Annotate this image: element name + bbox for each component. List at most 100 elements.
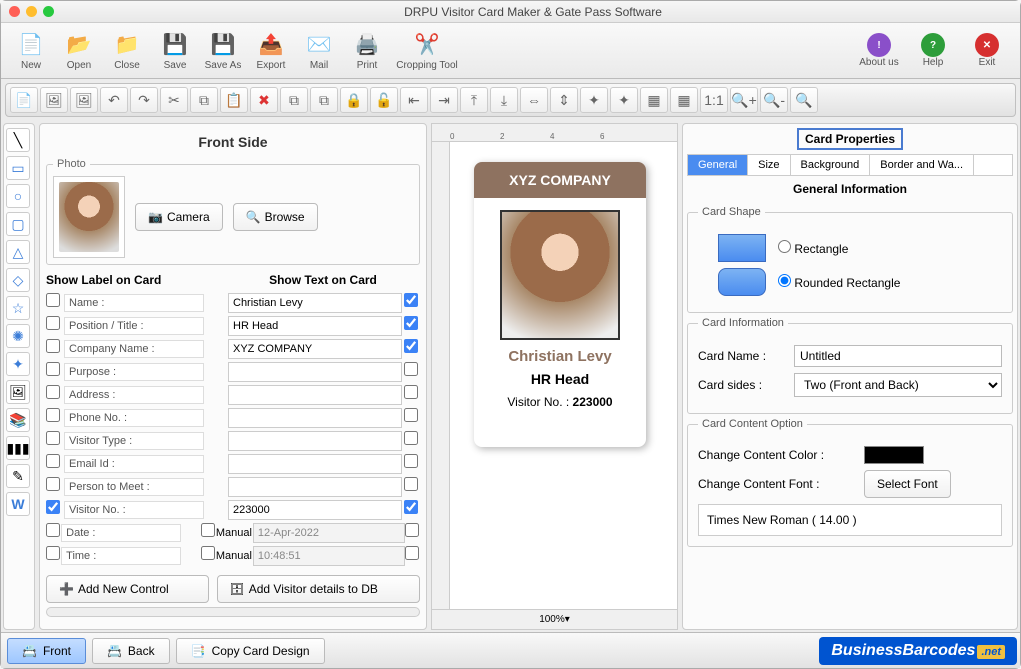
st-btn-11[interactable]: ⧉ [310, 87, 338, 113]
diamond-tool[interactable]: ◇ [6, 268, 30, 292]
undo-button[interactable]: ↶ [100, 87, 128, 113]
card-preview[interactable]: XYZ COMPANY Christian Levy HR Head Visit… [474, 162, 646, 447]
card-name-input[interactable] [794, 345, 1002, 367]
saveas-button[interactable]: 💾Save As [199, 30, 247, 71]
add-new-control-button[interactable]: ➕Add New Control [46, 575, 209, 603]
field-input[interactable] [228, 500, 402, 520]
camera-button[interactable]: 📷Camera [135, 203, 223, 231]
field-input[interactable] [228, 431, 402, 451]
maximize-window-icon[interactable] [43, 6, 54, 17]
design-canvas[interactable]: XYZ COMPANY Christian Levy HR Head Visit… [450, 142, 677, 609]
show-label-checkbox[interactable] [46, 500, 60, 514]
align-left-button[interactable]: ⇤ [400, 87, 428, 113]
show-label-checkbox[interactable] [46, 316, 60, 330]
shape-rect-radio[interactable]: Rectangle [778, 240, 848, 256]
show-text-checkbox[interactable] [404, 500, 418, 514]
zoom-in-button[interactable]: 🔍+ [730, 87, 758, 113]
show-text-checkbox[interactable] [404, 431, 418, 445]
st-btn-27[interactable]: 🔍 [790, 87, 818, 113]
align-right-button[interactable]: ⇥ [430, 87, 458, 113]
show-label-checkbox[interactable] [46, 477, 60, 491]
crop-button[interactable]: ✂️Cropping Tool [391, 30, 463, 71]
align-hcenter-button[interactable]: ⇔ [520, 87, 548, 113]
content-color-swatch[interactable] [864, 446, 924, 464]
align-vcenter-button[interactable]: ⇕ [550, 87, 578, 113]
show-text-checkbox[interactable] [404, 316, 418, 330]
st-btn-20[interactable]: ✦ [580, 87, 608, 113]
show-text-checkbox[interactable] [404, 385, 418, 399]
align-bottom-button[interactable]: ⤓ [490, 87, 518, 113]
field-input[interactable] [228, 454, 402, 474]
show-label-checkbox[interactable] [46, 385, 60, 399]
field-input[interactable] [228, 477, 402, 497]
show-text-checkbox[interactable] [405, 546, 419, 560]
open-button[interactable]: 📂Open [55, 30, 103, 71]
show-text-checkbox[interactable] [404, 454, 418, 468]
align-top-button[interactable]: ⤒ [460, 87, 488, 113]
browse-button[interactable]: 🔍Browse [233, 203, 318, 231]
st-btn-23[interactable]: ▦ [670, 87, 698, 113]
new-button[interactable]: 📄New [7, 30, 55, 71]
minimize-window-icon[interactable] [26, 6, 37, 17]
show-label-checkbox[interactable] [46, 339, 60, 353]
show-text-checkbox[interactable] [404, 362, 418, 376]
show-text-checkbox[interactable] [405, 523, 419, 537]
grid-button[interactable]: ▦ [640, 87, 668, 113]
field-input[interactable] [228, 362, 402, 382]
lock-button[interactable]: 🔒 [340, 87, 368, 113]
barcode-tool[interactable]: ▮▮▮ [6, 436, 30, 460]
print-button[interactable]: 🖨️Print [343, 30, 391, 71]
exit-button[interactable]: ✕Exit [960, 33, 1014, 68]
cut-button[interactable]: ✂ [160, 87, 188, 113]
save-button[interactable]: 💾Save [151, 30, 199, 71]
image-tool[interactable]: 🖼 [6, 380, 30, 404]
field-input[interactable] [228, 385, 402, 405]
show-label-checkbox[interactable] [46, 523, 60, 537]
arrow-tool[interactable]: ✦ [6, 352, 30, 376]
show-label-checkbox[interactable] [46, 454, 60, 468]
mail-button[interactable]: ✉️Mail [295, 30, 343, 71]
front-tab-button[interactable]: 📇Front [7, 638, 86, 664]
field-input[interactable] [228, 339, 402, 359]
roundrect-tool[interactable]: ▢ [6, 212, 30, 236]
wordart-tool[interactable]: W [6, 492, 30, 516]
library-tool[interactable]: 📚 [6, 408, 30, 432]
field-input[interactable] [253, 523, 405, 543]
select-font-button[interactable]: Select Font [864, 470, 951, 498]
show-text-checkbox[interactable] [404, 408, 418, 422]
tab-background[interactable]: Background [791, 155, 871, 175]
copy-design-button[interactable]: 📑Copy Card Design [176, 638, 325, 664]
burst-tool[interactable]: ✺ [6, 324, 30, 348]
show-text-checkbox[interactable] [404, 339, 418, 353]
show-label-checkbox[interactable] [46, 546, 60, 560]
tab-general[interactable]: General [688, 155, 748, 175]
field-input[interactable] [228, 316, 402, 336]
about-button[interactable]: !About us [852, 33, 906, 68]
st-btn-21[interactable]: ✦ [610, 87, 638, 113]
show-label-checkbox[interactable] [46, 293, 60, 307]
field-input[interactable] [228, 408, 402, 428]
redo-button[interactable]: ↷ [130, 87, 158, 113]
field-input[interactable] [228, 293, 402, 313]
close-button[interactable]: 📁Close [103, 30, 151, 71]
show-text-checkbox[interactable] [404, 477, 418, 491]
delete-button[interactable]: ✖ [250, 87, 278, 113]
zoom-fit-button[interactable]: 1:1 [700, 87, 728, 113]
st-btn-10[interactable]: ⧉ [280, 87, 308, 113]
manual-checkbox[interactable] [201, 523, 215, 537]
zoom-indicator[interactable]: 100% ▾ [432, 609, 677, 629]
show-label-checkbox[interactable] [46, 408, 60, 422]
st-btn-1[interactable]: 📄 [10, 87, 38, 113]
manual-checkbox[interactable] [201, 546, 215, 560]
card-sides-select[interactable]: Two (Front and Back) [794, 373, 1002, 397]
paste-button[interactable]: 📋 [220, 87, 248, 113]
export-button[interactable]: 📤Export [247, 30, 295, 71]
st-btn-3[interactable]: 🖼 [70, 87, 98, 113]
panel-scrollbar[interactable] [46, 607, 420, 617]
triangle-tool[interactable]: △ [6, 240, 30, 264]
star-tool[interactable]: ☆ [6, 296, 30, 320]
ellipse-tool[interactable]: ○ [6, 184, 30, 208]
copy-button[interactable]: ⧉ [190, 87, 218, 113]
st-btn-2[interactable]: 🖼 [40, 87, 68, 113]
show-text-checkbox[interactable] [404, 293, 418, 307]
